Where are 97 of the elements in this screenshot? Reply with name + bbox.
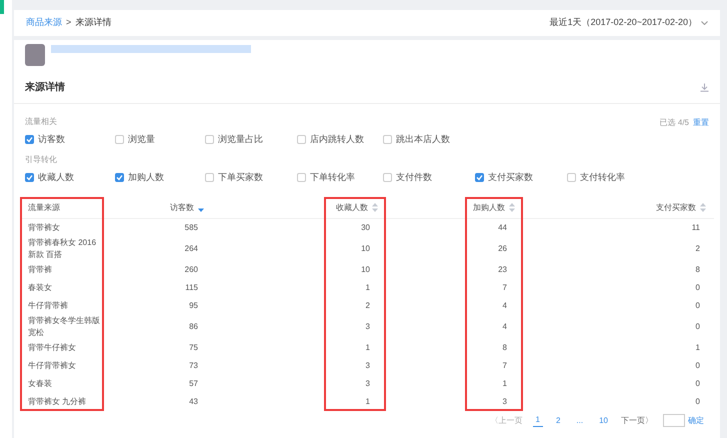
- sort-icon[interactable]: [700, 203, 706, 212]
- table-cell: 4: [502, 300, 507, 312]
- table-cell: 2: [696, 243, 700, 255]
- chevron-down-icon: [701, 21, 708, 25]
- metric-checkbox[interactable]: 支付件数: [383, 170, 475, 184]
- metric-checkbox[interactable]: 下单转化率: [297, 170, 383, 184]
- column-header: 加购人数: [473, 202, 505, 214]
- reset-link[interactable]: 重置: [693, 117, 709, 129]
- metric-checkbox[interactable]: 浏览量: [115, 133, 205, 146]
- metric-checkbox[interactable]: 支付转化率: [567, 170, 657, 184]
- table-cell: 0: [696, 360, 700, 372]
- metric-checkbox[interactable]: 下单买家数: [205, 170, 297, 184]
- checkbox[interactable]: [383, 135, 392, 144]
- next-page-button[interactable]: 下一页〉: [621, 414, 653, 426]
- table-cell: 10: [361, 264, 370, 276]
- table-cell: 585: [184, 222, 198, 234]
- table-cell: 57: [189, 378, 198, 390]
- checkbox[interactable]: [205, 172, 214, 182]
- table-cell: 115: [185, 282, 198, 294]
- table-cell: 3: [366, 360, 370, 372]
- column-header: 收藏人数: [336, 202, 368, 214]
- checkbox[interactable]: [567, 172, 576, 182]
- section-title: 来源详情: [25, 80, 65, 95]
- checkbox[interactable]: [297, 172, 306, 182]
- table-cell: 7: [502, 282, 507, 294]
- download-icon[interactable]: [700, 83, 709, 92]
- table-cell: 7: [502, 360, 507, 372]
- table-cell: 86: [189, 321, 198, 333]
- table-cell: 2: [366, 300, 370, 312]
- group-label: 引导转化: [25, 154, 58, 166]
- table-cell: 春装女: [28, 282, 52, 294]
- column-header: 支付买家数: [656, 202, 696, 214]
- sort-icon[interactable]: [372, 203, 378, 212]
- table-cell: 牛仔背带裤: [28, 300, 68, 312]
- table-cell: 0: [696, 321, 700, 333]
- table-cell: 23: [498, 264, 507, 276]
- metric-checkbox[interactable]: 收藏人数: [25, 170, 115, 184]
- sort-icon[interactable]: [509, 203, 515, 212]
- metric-checkbox[interactable]: 跳出本店人数: [383, 133, 475, 146]
- group-label: 流量相关: [25, 116, 58, 128]
- table-cell: 1: [366, 282, 370, 294]
- table-cell: 44: [498, 222, 507, 234]
- checkbox[interactable]: [115, 135, 124, 144]
- table-cell: 3: [502, 396, 507, 408]
- metric-checkbox[interactable]: 加购人数: [115, 170, 205, 184]
- table-cell: 8: [696, 264, 700, 276]
- table-cell: 264: [184, 243, 198, 255]
- table-cell: 73: [189, 360, 198, 372]
- table-cell: 背带裤: [28, 264, 52, 276]
- table-cell: 0: [696, 282, 700, 294]
- selection-count: 已选 4/5: [660, 117, 689, 129]
- checkbox[interactable]: [205, 135, 214, 144]
- metric-checkbox[interactable]: 浏览量占比: [205, 133, 297, 146]
- checkbox[interactable]: [297, 135, 306, 144]
- table-cell: 10: [361, 243, 370, 255]
- table-cell: 背带裤女 九分裤: [28, 396, 86, 408]
- table-cell: 43: [189, 396, 198, 408]
- table-cell: 牛仔背带裤女: [28, 360, 76, 372]
- table-cell: 1: [366, 342, 370, 354]
- table-cell: 背带裤女冬学生韩版宽松: [28, 315, 100, 339]
- table-cell: 1: [366, 396, 370, 408]
- table-cell: 4: [502, 321, 507, 333]
- metric-checkbox[interactable]: 店内跳转人数: [297, 133, 383, 146]
- table-cell: 75: [189, 342, 198, 354]
- breadcrumb-current: 来源详情: [75, 16, 112, 30]
- table-cell: 0: [696, 300, 700, 312]
- table-cell: 95: [189, 300, 198, 312]
- table-cell: 背带牛仔裤女: [28, 342, 76, 354]
- breadcrumb-link[interactable]: 商品来源: [26, 16, 62, 30]
- date-range-dropdown[interactable]: 最近1天（2017-02-20~2017-02-20）: [550, 16, 708, 30]
- avatar-placeholder: [25, 44, 45, 66]
- table-cell: 0: [696, 396, 700, 408]
- table-cell: 女春装: [28, 378, 52, 390]
- page-input[interactable]: [663, 414, 685, 427]
- table-cell: 0: [696, 378, 700, 390]
- table-cell: 背带裤女: [28, 222, 60, 234]
- table-cell: 1: [502, 378, 507, 390]
- table-cell: 26: [498, 243, 507, 255]
- confirm-button[interactable]: 确定: [688, 414, 704, 426]
- checkbox[interactable]: [383, 172, 392, 182]
- table-cell: 30: [361, 222, 370, 234]
- table-cell-text: 背带裤春秋女 2016新款 百搭: [28, 237, 98, 261]
- column-header: 流量来源: [28, 202, 60, 214]
- breadcrumb-separator: >: [66, 16, 72, 30]
- table-cell: 1: [696, 342, 700, 354]
- table-cell: 11: [692, 222, 700, 234]
- metric-checkbox[interactable]: 访客数: [25, 133, 115, 146]
- table-cell: 260: [184, 264, 198, 276]
- table-cell: 3: [366, 321, 370, 333]
- table-cell: 8: [502, 342, 507, 354]
- metric-checkbox[interactable]: 支付买家数: [475, 170, 567, 184]
- checkbox[interactable]: [25, 135, 34, 144]
- table-cell: 3: [366, 378, 370, 390]
- column-header: 访客数: [170, 202, 194, 214]
- checkbox[interactable]: [475, 172, 484, 182]
- checkbox[interactable]: [115, 172, 124, 182]
- checkbox[interactable]: [25, 172, 34, 182]
